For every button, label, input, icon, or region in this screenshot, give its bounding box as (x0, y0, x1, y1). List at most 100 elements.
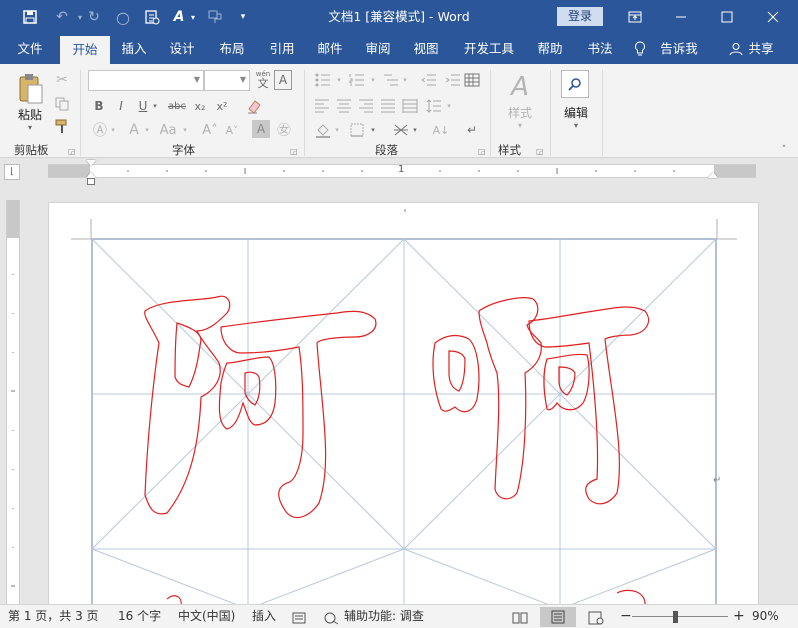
show-formatting-marks-icon[interactable]: ↵ (462, 120, 482, 140)
distributed-icon[interactable] (400, 96, 420, 116)
macro-record-icon[interactable] (292, 610, 306, 624)
underline-dropdown-icon[interactable]: ▾ (150, 96, 160, 116)
tab-file[interactable]: 文件 (8, 34, 52, 64)
character-shading-icon[interactable]: A (252, 120, 270, 138)
chinese-layout-icon[interactable] (390, 120, 412, 140)
highlight-dropdown-icon[interactable]: ▾ (142, 120, 152, 140)
clipboard-launcher-icon[interactable]: ◲ (68, 147, 76, 156)
tab-references[interactable]: 引用 (262, 34, 302, 64)
insert-mode[interactable]: 插入 (252, 605, 276, 628)
web-layout-icon[interactable] (588, 610, 604, 625)
character-border-icon[interactable]: A (274, 70, 292, 90)
sort-icon[interactable]: A↓ (430, 120, 452, 140)
multilevel-dropdown-icon[interactable]: ▾ (400, 70, 410, 90)
page-count[interactable]: 第 1 页，共 3 页 (8, 605, 99, 628)
bold-icon[interactable]: B (90, 96, 108, 116)
styles-icon[interactable]: A (500, 70, 540, 104)
read-mode-icon[interactable] (512, 610, 528, 624)
zoom-slider[interactable] (632, 616, 728, 617)
align-center-icon[interactable] (334, 96, 354, 116)
accessibility-status[interactable]: 辅助功能: 调查 (344, 605, 424, 628)
horizontal-ruler[interactable]: 1 (48, 164, 756, 178)
maximize-icon[interactable] (704, 0, 750, 34)
line-spacing-icon[interactable] (424, 96, 444, 116)
tab-selector-icon[interactable]: ⌊ (4, 164, 20, 180)
subscript-icon[interactable]: x₂ (190, 96, 210, 116)
tab-home[interactable]: 开始 (60, 36, 110, 64)
grid-view-icon[interactable] (462, 70, 482, 90)
copy-icon[interactable] (52, 94, 72, 114)
styles-button-label[interactable]: 样式 (500, 104, 540, 120)
italic-icon[interactable]: I (112, 96, 130, 116)
line-spacing-dropdown-icon[interactable]: ▾ (444, 96, 454, 116)
borders-icon[interactable] (346, 120, 368, 140)
editing-label[interactable]: 编辑 (556, 104, 596, 120)
highlight-color-icon[interactable]: A (124, 120, 144, 140)
phonetic-guide-icon[interactable]: wén 文 (254, 68, 272, 92)
font-launcher-icon[interactable]: ◲ (290, 147, 298, 156)
change-case-icon[interactable]: Aa (156, 120, 180, 140)
paste-label[interactable]: 粘贴 (10, 106, 50, 122)
tab-mailings[interactable]: 邮件 (310, 34, 350, 64)
text-effects-icon[interactable]: Ⓐ (90, 120, 110, 140)
styles-dropdown-icon[interactable]: ▾ (514, 120, 526, 130)
editing-dropdown-icon[interactable]: ▾ (570, 120, 582, 130)
bullets-icon[interactable] (312, 70, 334, 90)
close-icon[interactable] (750, 0, 796, 34)
enclose-characters-icon[interactable]: ㊛ (274, 120, 294, 140)
accessibility-icon[interactable] (324, 610, 340, 625)
document-page[interactable]: ↵ (48, 202, 759, 606)
word-count[interactable]: 16 个字 (118, 605, 161, 628)
vertical-scrollbar[interactable] (781, 186, 798, 604)
ribbon-display-options-icon[interactable] (612, 0, 658, 34)
tab-layout[interactable]: 布局 (212, 34, 252, 64)
tab-developer[interactable]: 开发工具 (458, 34, 520, 64)
decrease-indent-icon[interactable] (418, 70, 440, 90)
superscript-icon[interactable]: x² (212, 96, 232, 116)
font-name-combo[interactable]: ▼ (88, 70, 204, 91)
zoom-in-icon[interactable]: + (733, 605, 745, 628)
paste-icon[interactable] (12, 72, 48, 106)
justify-icon[interactable] (378, 96, 398, 116)
vertical-ruler[interactable] (6, 200, 20, 604)
tab-view[interactable]: 视图 (406, 34, 446, 64)
numbering-icon[interactable] (346, 70, 368, 90)
change-case-dropdown-icon[interactable]: ▾ (180, 120, 190, 140)
paste-dropdown-icon[interactable]: ▾ (24, 122, 36, 132)
shading-dropdown-icon[interactable]: ▾ (332, 120, 342, 140)
text-effects-dropdown-icon[interactable]: ▾ (108, 120, 118, 140)
minimize-icon[interactable] (658, 0, 704, 34)
zoom-out-icon[interactable]: − (620, 605, 632, 628)
numbering-dropdown-icon[interactable]: ▾ (368, 70, 378, 90)
search-icon[interactable] (561, 70, 589, 98)
lightbulb-icon[interactable] (630, 34, 650, 64)
cut-icon[interactable]: ✂ (52, 70, 72, 90)
align-right-icon[interactable] (356, 96, 376, 116)
tab-calligraphy[interactable]: 书法 (580, 34, 620, 64)
format-painter-icon[interactable] (52, 116, 72, 136)
zoom-percentage[interactable]: 90% (752, 605, 779, 628)
collapse-ribbon-icon[interactable]: ˄ (778, 144, 790, 156)
tab-help[interactable]: 帮助 (530, 34, 570, 64)
align-left-icon[interactable] (312, 96, 332, 116)
clear-formatting-icon[interactable] (244, 96, 264, 116)
left-indent-marker[interactable] (87, 178, 95, 185)
print-layout-icon[interactable] (540, 607, 576, 627)
tab-design[interactable]: 设计 (162, 34, 202, 64)
tab-review[interactable]: 审阅 (358, 34, 398, 64)
strikethrough-icon[interactable]: abc (166, 96, 188, 116)
right-indent-marker[interactable] (708, 172, 718, 178)
tell-me-box[interactable]: 告诉我 (656, 34, 702, 64)
paragraph-launcher-icon[interactable]: ◲ (478, 147, 486, 156)
grow-font-icon[interactable]: A˄ (200, 120, 220, 140)
tab-insert[interactable]: 插入 (114, 34, 154, 64)
shading-icon[interactable] (312, 120, 334, 140)
shrink-font-icon[interactable]: A˅ (222, 120, 242, 140)
increase-indent-icon[interactable] (442, 70, 464, 90)
font-size-combo[interactable]: ▼ (204, 70, 250, 91)
borders-dropdown-icon[interactable]: ▾ (368, 120, 378, 140)
share-button[interactable]: 共享 (746, 34, 776, 64)
zoom-slider-thumb[interactable] (672, 611, 678, 623)
styles-launcher-icon[interactable]: ◲ (536, 147, 544, 156)
language-indicator[interactable]: 中文(中国) (178, 605, 235, 628)
